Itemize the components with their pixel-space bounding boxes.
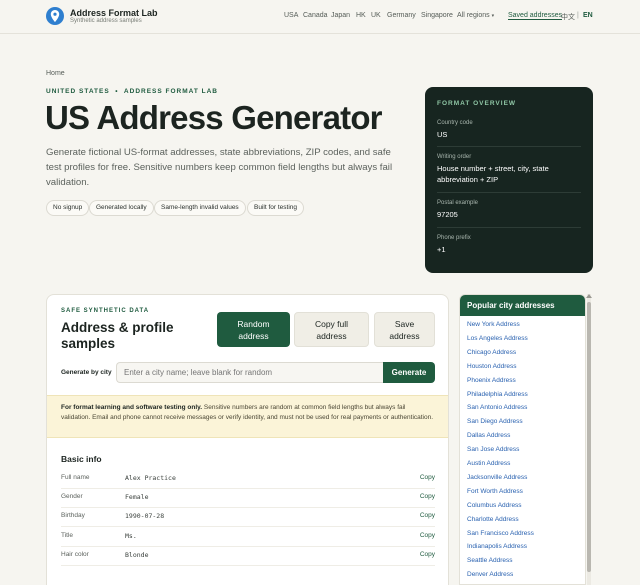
field-label: Hair color: [61, 551, 89, 558]
basic-info-title: Basic info: [61, 454, 102, 464]
sidebar-city-link[interactable]: San Diego Address: [467, 418, 523, 425]
overview-phone-prefix: Phone prefix +1: [437, 235, 581, 255]
feature-chip-built-for-testing: Built for testing: [247, 200, 304, 216]
copy-button[interactable]: Copy: [420, 493, 435, 500]
overview-value: US: [437, 130, 448, 139]
field-label: Title: [61, 532, 74, 539]
overview-divider: [437, 146, 581, 147]
feature-chip-generated-locally: Generated locally: [89, 200, 154, 216]
sidebar-city-link[interactable]: Denver Address: [467, 571, 513, 578]
nav-canada[interactable]: Canada: [303, 12, 328, 19]
field-label: Gender: [61, 493, 83, 500]
sidebar-city-link[interactable]: Columbus Address: [467, 502, 522, 509]
sidebar-city-link[interactable]: San Jose Address: [467, 446, 519, 453]
feature-chip-same-length: Same-length invalid values: [154, 200, 246, 216]
sidebar-city-link[interactable]: Fort Worth Address: [467, 488, 523, 495]
popular-cities-sidebar: Popular city addresses New York Address L…: [459, 294, 586, 585]
usage-notice: For format learning and software testing…: [47, 395, 448, 438]
table-row: Gender Female Copy: [61, 489, 435, 508]
sidebar-city-link[interactable]: New York Address: [467, 321, 520, 328]
sidebar-city-link[interactable]: Dallas Address: [467, 432, 510, 439]
sidebar-title: Popular city addresses: [460, 295, 585, 316]
save-address-button[interactable]: Save address: [374, 312, 435, 347]
sidebar-city-link[interactable]: Austin Address: [467, 460, 510, 467]
field-value: Alex Practice: [125, 474, 176, 482]
overview-value: 97205: [437, 210, 458, 219]
overview-label: Postal example: [437, 200, 479, 206]
overview-label: Phone prefix: [437, 235, 471, 241]
nav-all-regions-label: All regions: [457, 12, 490, 19]
copy-button[interactable]: Copy: [420, 474, 435, 481]
nav-singapore[interactable]: Singapore: [421, 12, 453, 19]
nav-usa[interactable]: USA: [284, 12, 298, 19]
copy-button[interactable]: Copy: [420, 512, 435, 519]
format-overview-title: FORMAT OVERVIEW: [437, 100, 517, 107]
saved-addresses-link[interactable]: Saved addresses: [508, 12, 563, 20]
card-title: Address & profile samples: [61, 320, 174, 351]
field-label: Full name: [61, 474, 90, 481]
sidebar-scrollbar-thumb[interactable]: [587, 302, 591, 572]
sidebar-city-link[interactable]: Jacksonville Address: [467, 474, 527, 481]
overview-country-code: Country code US: [437, 120, 581, 140]
city-search-input[interactable]: [116, 362, 383, 383]
sidebar-city-link[interactable]: Chicago Address: [467, 349, 516, 356]
field-value: 1990-07-28: [125, 512, 165, 520]
breadcrumb-home[interactable]: Home: [46, 70, 65, 77]
table-row: Birthday 1990-07-28 Copy: [61, 508, 435, 527]
sidebar-city-link[interactable]: San Francisco Address: [467, 530, 534, 537]
random-address-button[interactable]: Random address: [217, 312, 290, 347]
field-value: Female: [125, 493, 149, 501]
top-navigation-bar: Address Format Lab Synthetic address sam…: [0, 0, 640, 34]
overview-label: Country code: [437, 120, 473, 126]
field-value: Ms.: [125, 532, 137, 540]
overview-writing-order: Writing order House number + street, cit…: [437, 154, 581, 185]
city-input-label: Generate by city: [61, 369, 112, 376]
map-pin-logo-icon[interactable]: [46, 7, 64, 25]
table-row: Hair color Blonde Copy: [61, 547, 435, 566]
format-overview-panel: FORMAT OVERVIEW Country code US Writing …: [425, 87, 593, 273]
lang-en[interactable]: EN: [583, 12, 593, 19]
sidebar-city-link[interactable]: Los Angeles Address: [467, 335, 528, 342]
generate-button[interactable]: Generate: [383, 362, 435, 383]
field-label: Birthday: [61, 512, 85, 519]
address-generator-card: SAFE SYNTHETIC DATA Address & profile sa…: [46, 294, 449, 585]
page-title: US Address Generator: [45, 99, 383, 136]
brand-subtitle: Synthetic address samples: [70, 18, 142, 24]
hero-eyebrow: UNITED STATES • ADDRESS FORMAT LAB: [46, 88, 219, 95]
scroll-up-arrow-icon[interactable]: [586, 294, 592, 298]
feature-chip-no-signup: No signup: [46, 200, 90, 216]
lang-zh[interactable]: 中文: [561, 12, 575, 22]
sidebar-city-link[interactable]: Philadelphia Address: [467, 391, 528, 398]
nav-all-regions[interactable]: All regions ▾: [457, 12, 494, 19]
overview-label: Writing order: [437, 154, 472, 160]
overview-value: +1: [437, 245, 446, 254]
field-value: Blonde: [125, 551, 149, 559]
overview-divider: [437, 192, 581, 193]
sidebar-city-link[interactable]: Indianapolis Address: [467, 543, 527, 550]
hero-description: Generate fictional US-format addresses, …: [46, 147, 393, 188]
nav-germany[interactable]: Germany: [387, 12, 416, 19]
overview-value: House number + street, city, state abbre…: [437, 164, 549, 184]
sidebar-city-link[interactable]: Phoenix Address: [467, 377, 516, 384]
copy-full-address-button[interactable]: Copy full address: [294, 312, 369, 347]
notice-emphasis: For format learning and software testing…: [61, 404, 203, 411]
lang-separator: |: [577, 12, 579, 19]
card-eyebrow: SAFE SYNTHETIC DATA: [61, 308, 150, 314]
chevron-down-icon: ▾: [491, 13, 495, 19]
overview-postal-example: Postal example 97205: [437, 200, 581, 220]
sidebar-city-link[interactable]: Houston Address: [467, 363, 517, 370]
sidebar-city-link[interactable]: Charlotte Address: [467, 516, 519, 523]
table-row: Full name Alex Practice Copy: [61, 470, 435, 489]
table-row: Title Ms. Copy: [61, 528, 435, 547]
copy-button[interactable]: Copy: [420, 532, 435, 539]
copy-button[interactable]: Copy: [420, 551, 435, 558]
nav-japan[interactable]: Japan: [331, 12, 350, 19]
sidebar-city-link[interactable]: Seattle Address: [467, 557, 513, 564]
nav-hk[interactable]: HK: [356, 12, 366, 19]
sidebar-city-link[interactable]: San Antonio Address: [467, 404, 527, 411]
nav-uk[interactable]: UK: [371, 12, 381, 19]
overview-divider: [437, 227, 581, 228]
brand-title[interactable]: Address Format Lab: [70, 8, 158, 18]
